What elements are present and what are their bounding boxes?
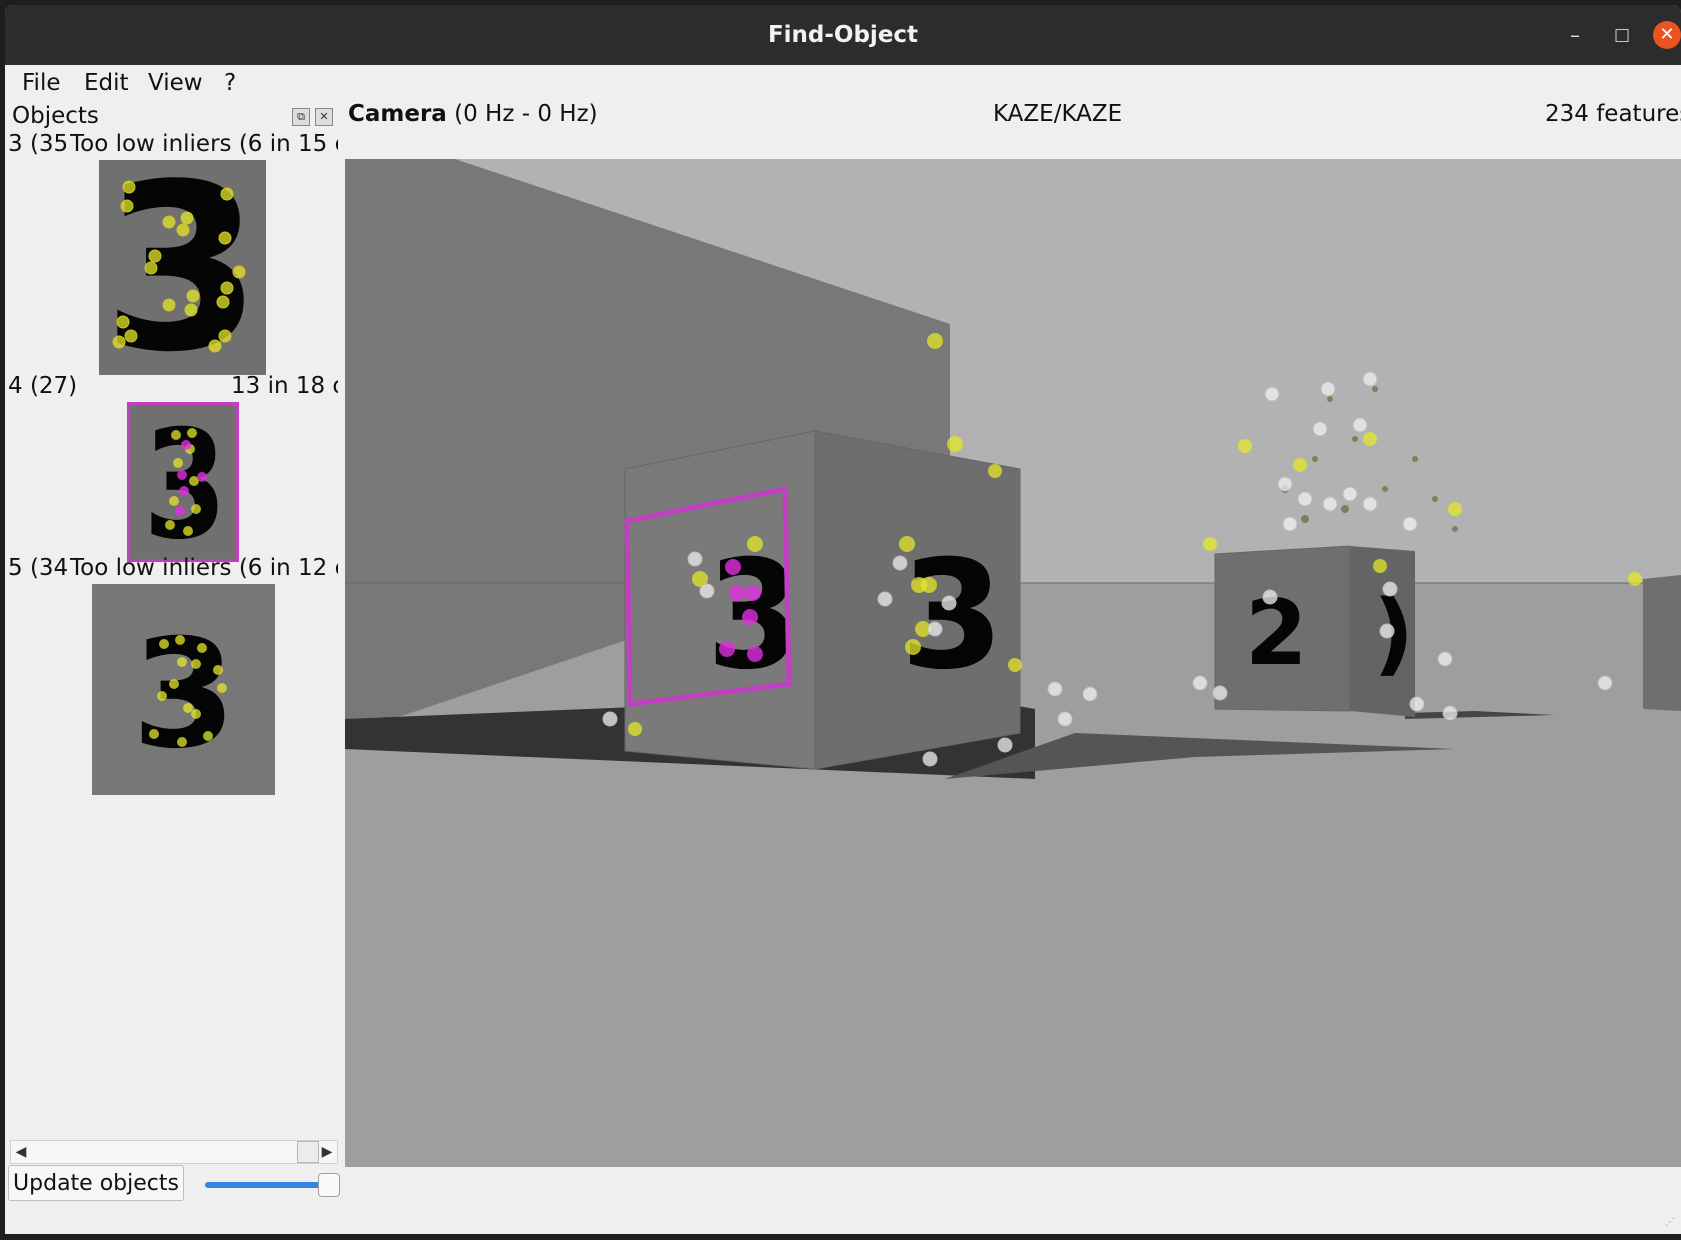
slider-fill bbox=[205, 1182, 328, 1188]
camera-view[interactable]: 3 3 2 ) bbox=[345, 159, 1681, 1167]
camera-feature-count: 234 features bbox=[1545, 101, 1681, 127]
camera-detector: KAZE/KAZE bbox=[993, 101, 1123, 127]
slider-knob[interactable] bbox=[318, 1173, 340, 1197]
minimize-button[interactable]: – bbox=[1561, 21, 1589, 49]
window-title: Find-Object bbox=[767, 22, 919, 48]
close-window-button[interactable]: ✕ bbox=[1653, 21, 1681, 49]
svg-text:3: 3 bbox=[900, 529, 1004, 703]
camera-rate: (0 Hz - 0 Hz) bbox=[454, 101, 598, 127]
object-status: 13 in 18 o bbox=[231, 373, 338, 399]
object-thumbnail-3[interactable]: 3 bbox=[99, 160, 266, 375]
close-icon[interactable]: ✕ bbox=[315, 108, 333, 126]
menu-edit[interactable]: Edit bbox=[84, 68, 129, 98]
float-icon[interactable]: ⧉ bbox=[292, 108, 310, 126]
title-bar[interactable]: Find-Object – □ ✕ bbox=[5, 5, 1681, 65]
camera-title-line: Camera (0 Hz - 0 Hz) bbox=[348, 101, 598, 127]
object-thumbnail-5[interactable]: 3 bbox=[92, 584, 275, 795]
svg-text:3: 3 bbox=[143, 405, 227, 559]
objects-horizontal-scrollbar[interactable]: ◀ ▶ bbox=[10, 1140, 338, 1164]
objects-size-slider[interactable] bbox=[205, 1173, 340, 1197]
maximize-button[interactable]: □ bbox=[1608, 21, 1636, 49]
objects-dock: Objects ⧉ ✕ 3 (35) Too low inliers (6 in… bbox=[5, 99, 340, 1234]
camera-scene-image: 3 3 2 ) bbox=[345, 159, 1681, 1167]
object-id-label: 3 (35) bbox=[8, 131, 70, 157]
object-id-label: 4 (27) bbox=[8, 373, 78, 399]
object-thumbnail-4[interactable]: 3 bbox=[127, 402, 239, 562]
scroll-left-arrow-icon[interactable]: ◀ bbox=[11, 1141, 31, 1163]
update-objects-button[interactable]: Update objects bbox=[8, 1165, 184, 1201]
camera-title: Camera bbox=[348, 101, 447, 127]
find-object-window: Find-Object – □ ✕ File Edit View ? Objec… bbox=[5, 5, 1681, 1234]
digit-3-image: 3 bbox=[99, 160, 266, 375]
object-id-label: 5 (34) bbox=[8, 555, 70, 581]
menu-bar: File Edit View ? bbox=[5, 65, 1681, 99]
menu-view[interactable]: View bbox=[148, 68, 203, 98]
resize-grip-icon[interactable]: ⋰ bbox=[1665, 1217, 1677, 1229]
scroll-right-arrow-icon[interactable]: ▶ bbox=[317, 1141, 337, 1163]
digit-3-image: 3 bbox=[130, 405, 236, 559]
menu-help[interactable]: ? bbox=[224, 68, 236, 98]
scrollbar-handle[interactable] bbox=[297, 1141, 319, 1163]
svg-text:3: 3 bbox=[132, 608, 236, 782]
camera-header: Camera (0 Hz - 0 Hz) KAZE/KAZE 234 featu… bbox=[345, 99, 1681, 159]
objects-dock-title: Objects bbox=[12, 103, 99, 129]
object-status: Too low inliers (6 in 12 ou bbox=[70, 555, 338, 581]
object-status: Too low inliers (6 in 15 ou bbox=[70, 131, 338, 157]
menu-file[interactable]: File bbox=[22, 68, 61, 98]
digit-3-image: 3 bbox=[92, 584, 275, 795]
